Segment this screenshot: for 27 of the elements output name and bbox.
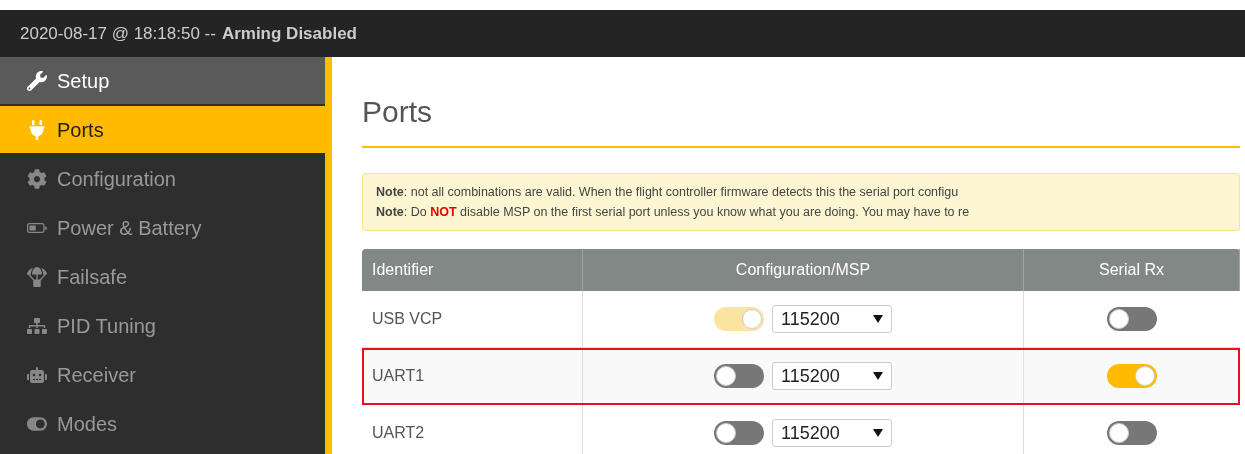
port-identifier: UART1	[372, 366, 425, 386]
toggle-switch[interactable]	[1107, 421, 1157, 445]
status-date: 2020-08-17 @ 18:18:50 --	[20, 22, 216, 45]
wrench-icon	[27, 70, 47, 91]
dropdown-caret-icon	[873, 372, 883, 380]
plug-icon	[27, 119, 47, 140]
toggle-switch[interactable]	[1107, 307, 1157, 331]
parachute-icon	[27, 266, 47, 287]
robot-icon	[27, 364, 47, 385]
sidebar-item[interactable]: Ports	[0, 106, 325, 153]
toggle-switch[interactable]	[714, 364, 764, 388]
dropdown-caret-icon	[873, 315, 883, 323]
port-identifier: USB VCP	[372, 309, 443, 329]
port-identifier: UART2	[372, 423, 425, 443]
baud-select[interactable]: 115200	[772, 305, 892, 333]
note-text: Note: Do NOT disable MSP on the first serial port unless you know what you are doing. You may have to re	[376, 204, 971, 221]
hierarchy-icon	[27, 315, 47, 336]
sidebar-item[interactable]: Setup	[0, 57, 325, 104]
dropdown-caret-icon	[873, 429, 883, 437]
gear-icon	[27, 168, 47, 189]
toggle-switch[interactable]	[714, 421, 764, 445]
page-title: Ports	[362, 89, 1240, 148]
baud-select[interactable]: 115200	[772, 362, 892, 390]
note-text: Note: not all combinations are valid. When the flight controller firmware detects this the serial port configu	[376, 184, 960, 201]
baud-select[interactable]: 115200	[772, 419, 892, 447]
toggle-switch[interactable]	[1107, 364, 1157, 388]
status-text: Arming Disabled	[221, 22, 357, 45]
